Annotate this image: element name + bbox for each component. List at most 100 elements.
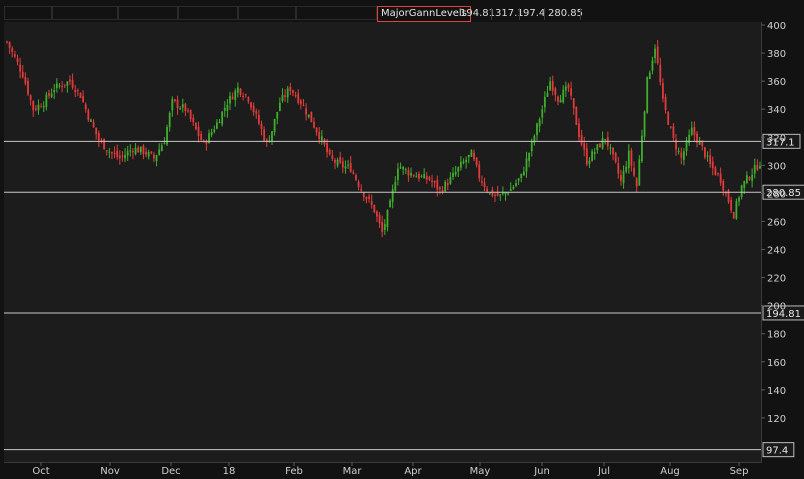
candle-body <box>601 138 604 149</box>
candle-body <box>522 171 525 176</box>
candle-body <box>82 96 84 102</box>
candle-body <box>19 64 22 72</box>
x-tick-label: Nov <box>100 466 120 477</box>
candle-body <box>383 224 386 230</box>
candle-body <box>418 173 420 179</box>
candle-body <box>465 159 468 163</box>
candle-body <box>213 129 216 132</box>
candle-body <box>205 141 208 144</box>
candle-body <box>334 160 336 163</box>
candle-body <box>732 212 735 219</box>
candle-body <box>45 94 48 107</box>
candle-body <box>648 72 651 79</box>
x-tick-label: Feb <box>285 466 303 477</box>
candle-body <box>362 192 365 198</box>
price-chart[interactable]: 317.1280.85194.8197.4 120 140 160 180 200 220… <box>0 0 804 479</box>
candle-body <box>423 173 426 179</box>
candle-body <box>494 194 496 196</box>
candle-body <box>711 161 714 169</box>
candle-body <box>97 132 100 141</box>
y-tick-label: 160 <box>767 358 786 369</box>
candle-body <box>292 90 294 93</box>
candle-body <box>132 151 134 153</box>
candle-body <box>234 90 237 100</box>
candle-body <box>61 85 63 88</box>
candle-body <box>129 150 132 152</box>
candle-body <box>90 119 92 122</box>
candle-body <box>756 165 759 170</box>
candle-body <box>360 189 363 191</box>
candle-body <box>433 181 436 183</box>
candle-body <box>376 211 378 217</box>
candle-body <box>218 122 221 124</box>
candle-body <box>103 138 105 150</box>
candle-body <box>439 187 441 190</box>
y-tick-label: 380 <box>767 49 786 60</box>
candle-body <box>483 182 486 188</box>
candle-body <box>656 46 659 64</box>
candle-body <box>310 111 313 123</box>
candle-body <box>263 129 266 141</box>
candle-body <box>743 181 746 188</box>
y-tick-label: 400 <box>767 21 786 32</box>
candle-body <box>29 95 32 101</box>
candle-body <box>588 160 591 165</box>
candle-body <box>278 102 281 111</box>
candle-body <box>572 98 575 109</box>
y-tick-label: 340 <box>767 105 786 116</box>
candle-body <box>347 164 349 166</box>
candle-body <box>349 163 352 172</box>
candle-body <box>599 143 601 148</box>
candle-body <box>276 112 279 119</box>
candle-body <box>11 48 14 52</box>
candle-body <box>179 108 182 110</box>
y-tick-label: 140 <box>767 386 786 397</box>
candle-body <box>625 166 628 172</box>
gann-level-lines: 317.1280.85194.8197.4 <box>4 133 804 458</box>
candle-body <box>593 151 596 155</box>
candle-body <box>431 180 433 183</box>
candle-body <box>538 119 541 127</box>
candle-body <box>638 159 641 186</box>
candle-body <box>745 175 748 183</box>
candle-body <box>672 126 675 138</box>
candle-body <box>239 88 242 95</box>
candle-body <box>163 143 166 145</box>
x-tick-label: 18 <box>223 466 236 477</box>
candle-body <box>168 112 171 128</box>
candle-body <box>541 109 544 118</box>
candle-body <box>184 103 187 112</box>
candle-body <box>87 110 90 120</box>
candle-body <box>449 177 452 184</box>
candle-body <box>530 141 533 152</box>
candle-body <box>507 193 510 195</box>
candle-body <box>459 161 462 168</box>
candle-body <box>339 157 342 163</box>
candle-body <box>604 138 607 140</box>
candle-body <box>370 200 373 205</box>
candle-body <box>543 96 546 108</box>
candle-body <box>24 77 27 84</box>
chart-window: MajorGannLevels 194.81 317.1 97.4 280.85… <box>0 0 804 479</box>
candle-body <box>664 96 667 110</box>
price-axis: 120 140 160 180 200 220 240 260 280 300 320 340 360 3… <box>761 21 786 425</box>
candle-body <box>591 151 593 162</box>
candle-body <box>160 145 163 152</box>
candle-body <box>441 189 444 192</box>
candle-body <box>428 176 431 180</box>
candle-body <box>557 96 559 102</box>
candle-body <box>643 111 646 137</box>
candle-body <box>145 151 147 155</box>
candle-body <box>635 178 638 187</box>
candle-body <box>210 131 213 136</box>
y-tick-label: 320 <box>767 133 786 144</box>
x-tick-label: Mar <box>343 466 363 477</box>
candle-body <box>244 94 247 96</box>
candle-body <box>730 199 733 211</box>
candle-body <box>53 90 56 93</box>
candle-body <box>21 71 24 78</box>
y-tick-label: 240 <box>767 246 786 257</box>
candle-body <box>221 111 224 125</box>
candle-body <box>412 175 415 177</box>
candle-body <box>693 126 696 136</box>
